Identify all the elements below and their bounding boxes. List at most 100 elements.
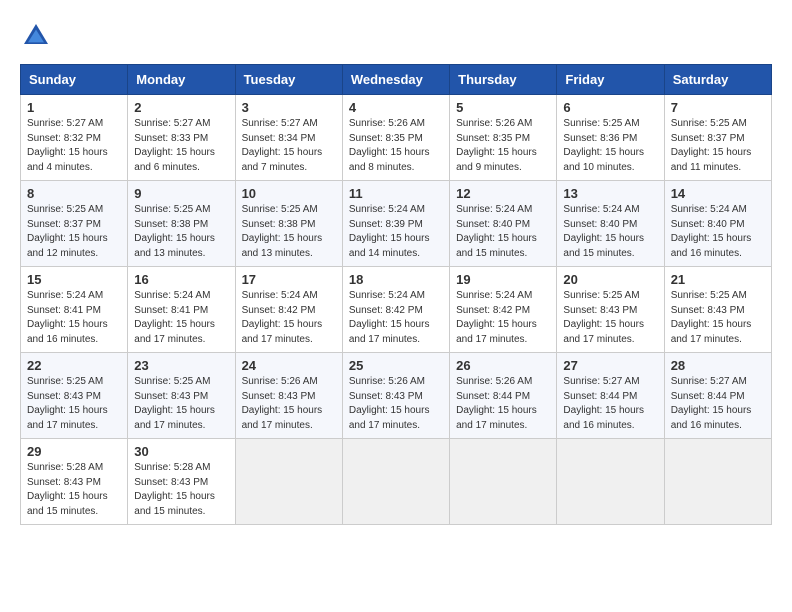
- calendar-day-7: 7 Sunrise: 5:25 AMSunset: 8:37 PMDaylight…: [664, 95, 771, 181]
- day-info: Sunrise: 5:28 AMSunset: 8:43 PMDaylight:…: [27, 461, 121, 519]
- day-number: 21: [671, 272, 765, 287]
- day-number: 3: [242, 100, 336, 115]
- day-number: 26: [456, 358, 550, 373]
- day-info: Sunrise: 5:24 AMSunset: 8:42 PMDaylight:…: [242, 289, 336, 347]
- day-info: Sunrise: 5:25 AMSunset: 8:43 PMDaylight:…: [27, 375, 121, 433]
- day-info: Sunrise: 5:25 AMSunset: 8:38 PMDaylight:…: [134, 203, 228, 261]
- calendar-day-29: 29 Sunrise: 5:28 AMSunset: 8:43 PMDayligh…: [21, 439, 128, 525]
- day-info: Sunrise: 5:27 AMSunset: 8:44 PMDaylight:…: [671, 375, 765, 433]
- day-info: Sunrise: 5:27 AMSunset: 8:44 PMDaylight:…: [563, 375, 657, 433]
- day-number: 4: [349, 100, 443, 115]
- calendar-day-18: 18 Sunrise: 5:24 AMSunset: 8:42 PMDayligh…: [342, 267, 449, 353]
- day-info: Sunrise: 5:26 AMSunset: 8:35 PMDaylight:…: [349, 117, 443, 175]
- weekday-header-sunday: Sunday: [21, 65, 128, 95]
- calendar-day-27: 27Sunrise: 5:27 AMSunset: 8:44 PMDayligh…: [557, 353, 664, 439]
- calendar-day-1: 1Sunrise: 5:27 AMSunset: 8:32 PMDaylight…: [21, 95, 128, 181]
- weekday-header-wednesday: Wednesday: [342, 65, 449, 95]
- day-info: Sunrise: 5:24 AMSunset: 8:39 PMDaylight:…: [349, 203, 443, 261]
- day-info: Sunrise: 5:25 AMSunset: 8:43 PMDaylight:…: [563, 289, 657, 347]
- logo: [20, 20, 56, 52]
- day-number: 16: [134, 272, 228, 287]
- day-info: Sunrise: 5:25 AMSunset: 8:37 PMDaylight:…: [27, 203, 121, 261]
- calendar-day-24: 24Sunrise: 5:26 AMSunset: 8:43 PMDayligh…: [235, 353, 342, 439]
- weekday-header-friday: Friday: [557, 65, 664, 95]
- day-number: 29: [27, 444, 121, 459]
- day-info: Sunrise: 5:26 AMSunset: 8:43 PMDaylight:…: [349, 375, 443, 433]
- day-info: Sunrise: 5:24 AMSunset: 8:41 PMDaylight:…: [27, 289, 121, 347]
- day-info: Sunrise: 5:25 AMSunset: 8:43 PMDaylight:…: [671, 289, 765, 347]
- day-number: 10: [242, 186, 336, 201]
- empty-cell: [557, 439, 664, 525]
- calendar-day-22: 22 Sunrise: 5:25 AMSunset: 8:43 PMDayligh…: [21, 353, 128, 439]
- weekday-header-saturday: Saturday: [664, 65, 771, 95]
- day-number: 6: [563, 100, 657, 115]
- calendar-day-21: 21 Sunrise: 5:25 AMSunset: 8:43 PMDayligh…: [664, 267, 771, 353]
- calendar-day-5: 5Sunrise: 5:26 AMSunset: 8:35 PMDaylight…: [450, 95, 557, 181]
- weekday-header-tuesday: Tuesday: [235, 65, 342, 95]
- day-number: 22: [27, 358, 121, 373]
- day-number: 12: [456, 186, 550, 201]
- calendar-week-2: 8 Sunrise: 5:25 AMSunset: 8:37 PMDaylight…: [21, 181, 772, 267]
- calendar-day-2: 2 Sunrise: 5:27 AMSunset: 8:33 PMDaylight…: [128, 95, 235, 181]
- day-number: 15: [27, 272, 121, 287]
- calendar-day-19: 19 Sunrise: 5:24 AMSunset: 8:42 PMDayligh…: [450, 267, 557, 353]
- day-info: Sunrise: 5:25 AMSunset: 8:36 PMDaylight:…: [563, 117, 657, 175]
- header: [20, 20, 772, 52]
- day-info: Sunrise: 5:27 AMSunset: 8:33 PMDaylight:…: [134, 117, 228, 175]
- day-info: Sunrise: 5:25 AMSunset: 8:37 PMDaylight:…: [671, 117, 765, 175]
- empty-cell: [342, 439, 449, 525]
- day-number: 9: [134, 186, 228, 201]
- calendar-day-28: 28 Sunrise: 5:27 AMSunset: 8:44 PMDayligh…: [664, 353, 771, 439]
- calendar-week-1: 1Sunrise: 5:27 AMSunset: 8:32 PMDaylight…: [21, 95, 772, 181]
- calendar-day-20: 20 Sunrise: 5:25 AMSunset: 8:43 PMDayligh…: [557, 267, 664, 353]
- empty-cell: [235, 439, 342, 525]
- empty-cell: [664, 439, 771, 525]
- day-info: Sunrise: 5:25 AMSunset: 8:38 PMDaylight:…: [242, 203, 336, 261]
- day-info: Sunrise: 5:27 AMSunset: 8:34 PMDaylight:…: [242, 117, 336, 175]
- day-number: 20: [563, 272, 657, 287]
- day-info: Sunrise: 5:24 AMSunset: 8:42 PMDaylight:…: [349, 289, 443, 347]
- day-number: 13: [563, 186, 657, 201]
- calendar-day-9: 9 Sunrise: 5:25 AMSunset: 8:38 PMDaylight…: [128, 181, 235, 267]
- calendar-week-3: 15 Sunrise: 5:24 AMSunset: 8:41 PMDayligh…: [21, 267, 772, 353]
- day-number: 25: [349, 358, 443, 373]
- day-number: 2: [134, 100, 228, 115]
- day-info: Sunrise: 5:24 AMSunset: 8:40 PMDaylight:…: [563, 203, 657, 261]
- calendar-day-3: 3 Sunrise: 5:27 AMSunset: 8:34 PMDaylight…: [235, 95, 342, 181]
- calendar-week-5: 29 Sunrise: 5:28 AMSunset: 8:43 PMDayligh…: [21, 439, 772, 525]
- calendar-day-13: 13 Sunrise: 5:24 AMSunset: 8:40 PMDayligh…: [557, 181, 664, 267]
- calendar-day-15: 15 Sunrise: 5:24 AMSunset: 8:41 PMDayligh…: [21, 267, 128, 353]
- day-number: 18: [349, 272, 443, 287]
- calendar-day-6: 6 Sunrise: 5:25 AMSunset: 8:36 PMDaylight…: [557, 95, 664, 181]
- calendar-day-30: 30 Sunrise: 5:28 AMSunset: 8:43 PMDayligh…: [128, 439, 235, 525]
- day-number: 11: [349, 186, 443, 201]
- day-number: 7: [671, 100, 765, 115]
- day-info: Sunrise: 5:25 AMSunset: 8:43 PMDaylight:…: [134, 375, 228, 433]
- calendar-day-14: 14 Sunrise: 5:24 AMSunset: 8:40 PMDayligh…: [664, 181, 771, 267]
- day-number: 19: [456, 272, 550, 287]
- day-number: 28: [671, 358, 765, 373]
- calendar-day-11: 11 Sunrise: 5:24 AMSunset: 8:39 PMDayligh…: [342, 181, 449, 267]
- calendar-table: SundayMondayTuesdayWednesdayThursdayFrid…: [20, 64, 772, 525]
- logo-icon: [20, 20, 52, 52]
- calendar-day-8: 8 Sunrise: 5:25 AMSunset: 8:37 PMDaylight…: [21, 181, 128, 267]
- day-number: 14: [671, 186, 765, 201]
- day-info: Sunrise: 5:24 AMSunset: 8:40 PMDaylight:…: [671, 203, 765, 261]
- calendar-week-4: 22 Sunrise: 5:25 AMSunset: 8:43 PMDayligh…: [21, 353, 772, 439]
- day-info: Sunrise: 5:24 AMSunset: 8:41 PMDaylight:…: [134, 289, 228, 347]
- day-number: 24: [242, 358, 336, 373]
- day-info: Sunrise: 5:24 AMSunset: 8:40 PMDaylight:…: [456, 203, 550, 261]
- day-number: 23: [134, 358, 228, 373]
- day-number: 30: [134, 444, 228, 459]
- calendar-day-10: 10 Sunrise: 5:25 AMSunset: 8:38 PMDayligh…: [235, 181, 342, 267]
- weekday-header-monday: Monday: [128, 65, 235, 95]
- empty-cell: [450, 439, 557, 525]
- day-number: 8: [27, 186, 121, 201]
- day-info: Sunrise: 5:26 AMSunset: 8:44 PMDaylight:…: [456, 375, 550, 433]
- day-info: Sunrise: 5:26 AMSunset: 8:35 PMDaylight:…: [456, 117, 550, 175]
- calendar-day-4: 4 Sunrise: 5:26 AMSunset: 8:35 PMDaylight…: [342, 95, 449, 181]
- day-info: Sunrise: 5:24 AMSunset: 8:42 PMDaylight:…: [456, 289, 550, 347]
- day-info: Sunrise: 5:28 AMSunset: 8:43 PMDaylight:…: [134, 461, 228, 519]
- weekday-header-thursday: Thursday: [450, 65, 557, 95]
- day-number: 17: [242, 272, 336, 287]
